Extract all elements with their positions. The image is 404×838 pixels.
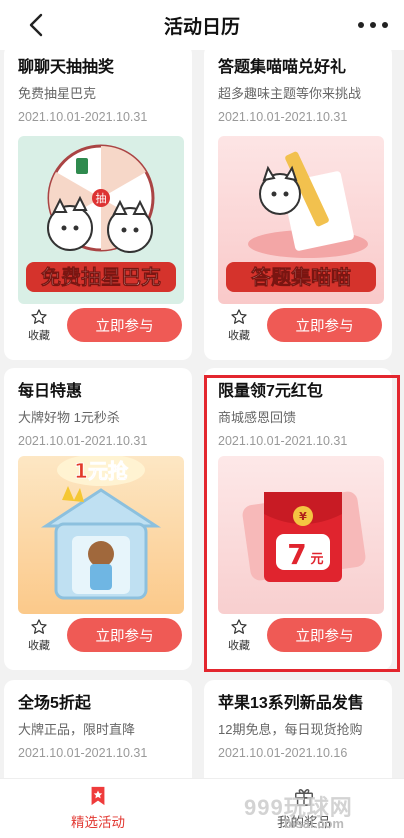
card-banner-image: 1元抢 [18, 456, 184, 614]
card-subtitle: 免费抽星巴克 [18, 86, 97, 101]
card-subtitle: 超多趣味主题等你来挑战 [218, 86, 362, 101]
activity-grid: 聊聊天抽抽奖 免费抽星巴克 2021.10.01-2021.10.31 抽 免费… [0, 50, 404, 778]
tab-featured-activities[interactable]: 精选活动 [38, 785, 158, 831]
card-footer: 收藏 立即参与 [18, 616, 182, 666]
card-date: 2021.10.01-2021.10.31 [18, 110, 148, 124]
envelope-unit: 元 [310, 552, 323, 567]
card-date: 2021.10.01-2021.10.31 [18, 746, 148, 760]
banner-caption: 免费抽星巴克 [41, 265, 161, 289]
card-date: 2021.10.01-2021.10.31 [218, 110, 348, 124]
activity-card[interactable]: 聊聊天抽抽奖 免费抽星巴克 2021.10.01-2021.10.31 抽 免费… [4, 50, 192, 360]
card-footer: 收藏 立即参与 [218, 616, 382, 666]
join-button[interactable]: 立即参与 [67, 308, 182, 342]
favorite-label: 收藏 [28, 330, 50, 342]
card-title: 全场5折起 [18, 695, 91, 712]
watermark-sub: bisai.com [284, 816, 344, 831]
star-icon [31, 619, 47, 634]
favorite-label: 收藏 [28, 640, 50, 652]
favorite-button[interactable]: 收藏 [22, 308, 56, 343]
card-title: 聊聊天抽抽奖 [18, 59, 115, 76]
card-subtitle: 大牌好物 1元秒杀 [18, 410, 120, 425]
activity-card[interactable]: 限量领7元红包 商城感恩回馈 2021.10.01-2021.10.31 ¥ 7… [204, 368, 392, 670]
join-button[interactable]: 立即参与 [267, 308, 382, 342]
favorite-button[interactable]: 收藏 [22, 618, 56, 653]
favorite-label: 收藏 [228, 330, 250, 342]
card-date: 2021.10.01-2021.10.31 [18, 434, 148, 448]
favorite-button[interactable]: 收藏 [222, 308, 256, 343]
card-subtitle: 商城感恩回馈 [218, 410, 297, 425]
more-dots-icon[interactable] [358, 14, 388, 36]
activity-card[interactable]: 答题集喵喵兑好礼 超多趣味主题等你来挑战 2021.10.01-2021.10.… [204, 50, 392, 360]
banner-caption: 答题集喵喵 [251, 265, 351, 289]
tab-label: 精选活动 [71, 815, 125, 830]
card-title: 限量领7元红包 [218, 383, 323, 400]
activity-card[interactable]: 全场5折起 大牌正品，限时直降 2021.10.01-2021.10.31 [4, 680, 192, 778]
card-subtitle: 12期免息，每日现货抢购 [218, 722, 363, 737]
card-banner-image: 答题集喵喵 [218, 136, 384, 304]
chevron-left-icon[interactable] [24, 12, 50, 38]
card-date: 2021.10.01-2021.10.16 [218, 746, 348, 760]
site-watermark: 999玩球网 bisai.com [244, 790, 394, 834]
envelope-amount: 7 [287, 538, 306, 571]
star-icon [31, 309, 47, 324]
card-subtitle: 大牌正品，限时直降 [18, 722, 136, 737]
favorite-button[interactable]: 收藏 [222, 618, 256, 653]
join-button[interactable]: 立即参与 [67, 618, 182, 652]
card-title: 每日特惠 [18, 383, 83, 400]
card-footer: 收藏 立即参与 [218, 306, 382, 356]
join-button[interactable]: 立即参与 [267, 618, 382, 652]
page-title: 活动日历 [163, 16, 240, 38]
star-icon [231, 309, 247, 324]
activity-card[interactable]: 苹果13系列新品发售 12期免息，每日现货抢购 2021.10.01-2021.… [204, 680, 392, 778]
card-banner-image: ¥ 7 元 [218, 456, 384, 614]
favorite-label: 收藏 [228, 640, 250, 652]
banner-caption: 1元抢 [74, 459, 129, 483]
card-title: 苹果13系列新品发售 [218, 695, 364, 712]
wheel-label: 抽 [96, 191, 107, 205]
card-title: 答题集喵喵兑好礼 [218, 59, 347, 76]
bookmark-star-icon [91, 786, 105, 806]
nav-bar: 活动日历 [0, 0, 404, 50]
activity-card[interactable]: 每日特惠 大牌好物 1元秒杀 2021.10.01-2021.10.31 1元抢… [4, 368, 192, 670]
star-icon [231, 619, 247, 634]
card-date: 2021.10.01-2021.10.31 [218, 434, 348, 448]
envelope-symbol: ¥ [299, 510, 307, 523]
card-banner-image: 抽 免费抽星巴克 [18, 136, 184, 304]
card-footer: 收藏 立即参与 [18, 306, 182, 356]
